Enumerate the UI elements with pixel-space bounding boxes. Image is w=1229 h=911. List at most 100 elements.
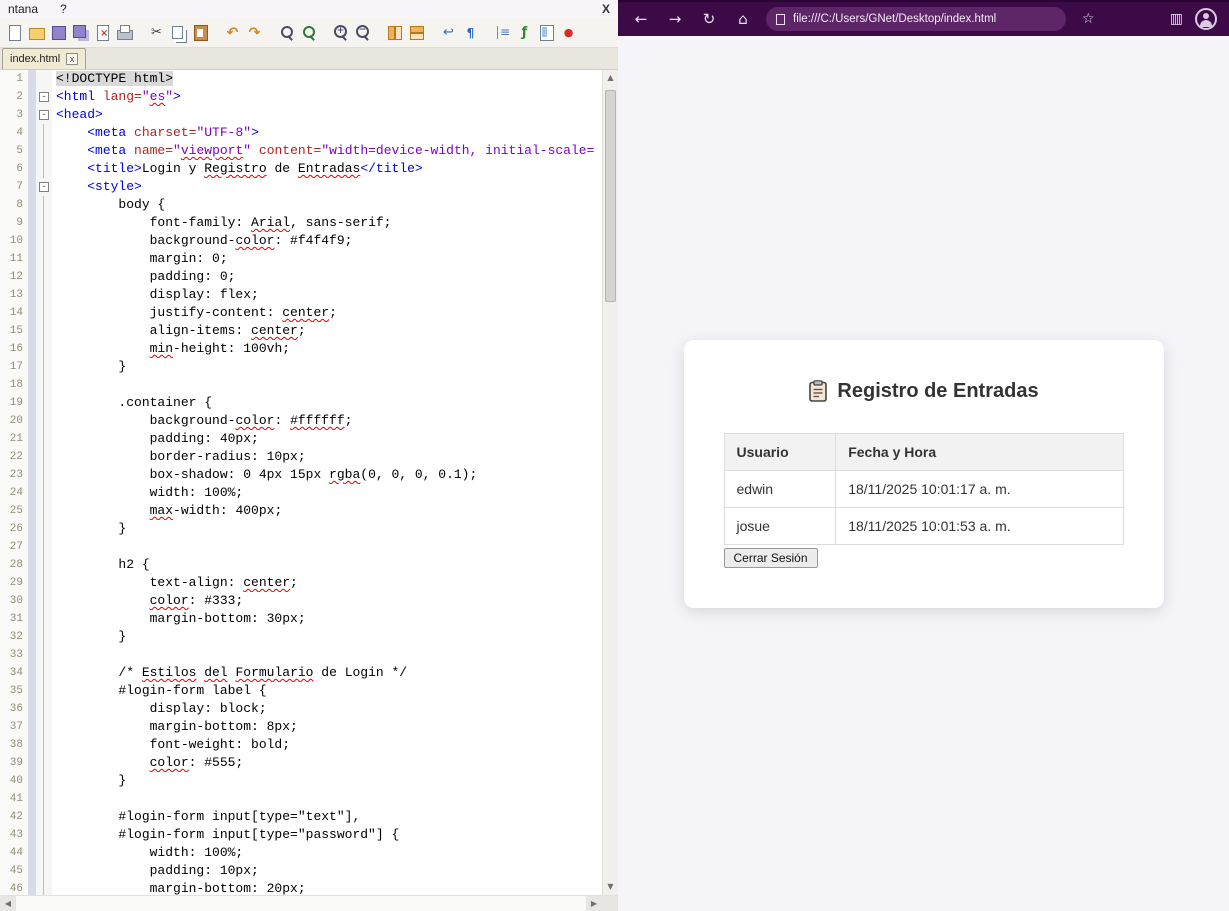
save-all-icon[interactable] [71, 23, 90, 42]
code-line[interactable]: 33 [0, 646, 602, 664]
scroll-right-arrow-icon[interactable]: ▶ [586, 896, 602, 911]
indent-guide-icon[interactable] [493, 23, 512, 42]
code-line[interactable]: 39 color: #555; [0, 754, 602, 772]
code-line[interactable]: 15 align-items: center; [0, 322, 602, 340]
home-icon[interactable]: ⌂ [732, 10, 754, 28]
code-line[interactable]: 5 <meta name="viewport" content="width=d… [0, 142, 602, 160]
fold-margin[interactable]: - [36, 106, 52, 124]
code-line[interactable]: 14 justify-content: center; [0, 304, 602, 322]
profile-avatar-icon[interactable] [1195, 8, 1217, 30]
code-line[interactable]: 6 <title>Login y Registro de Entradas</t… [0, 160, 602, 178]
code-line[interactable]: 38 font-weight: bold; [0, 736, 602, 754]
horizontal-scroll-track[interactable] [16, 896, 586, 911]
code-line[interactable]: 2 - <html lang="es"> [0, 88, 602, 106]
zoom-in-icon[interactable] [331, 23, 350, 42]
code-line[interactable]: 29 text-align: center; [0, 574, 602, 592]
code-line[interactable]: 37 margin-bottom: 8px; [0, 718, 602, 736]
code-line[interactable]: 10 background-color: #f4f4f9; [0, 232, 602, 250]
vertical-scroll-thumb[interactable] [605, 90, 616, 302]
copy-icon[interactable] [169, 23, 188, 42]
code-line[interactable]: 31 margin-bottom: 30px; [0, 610, 602, 628]
code-line[interactable]: 16 min-height: 100vh; [0, 340, 602, 358]
logout-button[interactable]: Cerrar Sesión [723, 547, 818, 568]
close-window-button[interactable]: X [602, 2, 610, 16]
code-line[interactable]: 32 } [0, 628, 602, 646]
favorites-star-icon[interactable]: ☆ [1082, 11, 1095, 27]
find-icon[interactable] [277, 23, 296, 42]
sync-horizontal-icon[interactable] [407, 23, 426, 42]
open-icon[interactable] [27, 23, 46, 42]
code-line[interactable]: 19 .container { [0, 394, 602, 412]
code-line[interactable]: 45 padding: 10px; [0, 862, 602, 880]
code-line[interactable]: 35 #login-form label { [0, 682, 602, 700]
code-line[interactable]: 18 [0, 376, 602, 394]
code-line[interactable]: 1 <!DOCTYPE html> [0, 70, 602, 88]
fold-margin[interactable]: - [36, 88, 52, 106]
code-line[interactable]: 40 } [0, 772, 602, 790]
document-map-icon[interactable] [537, 23, 556, 42]
code-line[interactable]: 8 body { [0, 196, 602, 214]
code-line[interactable]: 25 max-width: 400px; [0, 502, 602, 520]
code-line[interactable]: 30 color: #333; [0, 592, 602, 610]
function-list-icon[interactable] [515, 23, 534, 42]
tab-index-html[interactable]: index.html x [2, 48, 87, 69]
code-line[interactable]: 42 #login-form input[type="text"], [0, 808, 602, 826]
code-line[interactable]: 44 width: 100%; [0, 844, 602, 862]
cut-icon[interactable] [147, 23, 166, 42]
code-line[interactable]: 23 box-shadow: 0 4px 15px rgba(0, 0, 0, … [0, 466, 602, 484]
code-line[interactable]: 28 h2 { [0, 556, 602, 574]
code-line[interactable]: 43 #login-form input[type="password"] { [0, 826, 602, 844]
start-recording-icon[interactable] [559, 23, 578, 42]
fold-margin[interactable]: - [36, 178, 52, 196]
code-line[interactable]: 13 display: flex; [0, 286, 602, 304]
replace-icon[interactable] [299, 23, 318, 42]
code-line[interactable]: 41 [0, 790, 602, 808]
scroll-down-arrow-icon[interactable]: ▼ [603, 879, 618, 895]
code-line[interactable]: 46 margin-bottom: 20px; [0, 880, 602, 895]
horizontal-scrollbar[interactable]: ◀ ▶ [0, 895, 618, 911]
menu-item-ventana[interactable]: ntana [8, 2, 38, 16]
code-line[interactable]: 7 - <style> [0, 178, 602, 196]
code-area[interactable]: 1 <!DOCTYPE html> 2- <html lang="es"> 3- <hea… [0, 70, 602, 895]
refresh-icon[interactable]: ↻ [698, 10, 720, 28]
code-line[interactable]: 24 width: 100%; [0, 484, 602, 502]
scroll-up-arrow-icon[interactable]: ▲ [603, 70, 618, 86]
code-line[interactable]: 34 /* Estilos del Formulario de Login */ [0, 664, 602, 682]
back-icon[interactable]: ← [630, 10, 652, 28]
sync-vertical-icon[interactable] [385, 23, 404, 42]
vertical-scrollbar[interactable]: ▲ ▼ [602, 70, 618, 895]
code-line[interactable]: 11 margin: 0; [0, 250, 602, 268]
redo-icon[interactable] [245, 23, 264, 42]
code-line[interactable]: 17 } [0, 358, 602, 376]
code-line[interactable]: 20 background-color: #ffffff; [0, 412, 602, 430]
undo-icon[interactable] [223, 23, 242, 42]
code-line[interactable]: 27 [0, 538, 602, 556]
code-line[interactable]: 22 border-radius: 10px; [0, 448, 602, 466]
address-bar[interactable]: file:///C:/Users/GNet/Desktop/index.html [766, 7, 1066, 31]
address-url[interactable]: file:///C:/Users/GNet/Desktop/index.html [793, 13, 996, 25]
scroll-left-arrow-icon[interactable]: ◀ [0, 896, 16, 911]
print-icon[interactable] [115, 23, 134, 42]
fold-collapse-icon[interactable]: - [39, 182, 49, 192]
word-wrap-icon[interactable] [439, 23, 458, 42]
paste-icon[interactable] [191, 23, 210, 42]
fold-collapse-icon[interactable]: - [39, 92, 49, 102]
fold-collapse-icon[interactable]: - [39, 110, 49, 120]
code-line[interactable]: 4 <meta charset="UTF-8"> [0, 124, 602, 142]
code-line[interactable]: 21 padding: 40px; [0, 430, 602, 448]
forward-icon[interactable]: → [664, 10, 686, 28]
tab-close-icon[interactable]: x [66, 53, 79, 65]
new-file-icon[interactable] [5, 23, 24, 42]
save-icon[interactable] [49, 23, 68, 42]
side-panels-icon[interactable]: ▥ [1170, 11, 1183, 27]
close-icon[interactable] [93, 23, 112, 42]
zoom-out-icon[interactable] [353, 23, 372, 42]
code-line[interactable]: 26 } [0, 520, 602, 538]
code-line[interactable]: 36 display: block; [0, 700, 602, 718]
editor[interactable]: 1 <!DOCTYPE html> 2- <html lang="es"> 3- <hea… [0, 70, 618, 895]
code-line[interactable]: 3 - <head> [0, 106, 602, 124]
show-all-characters-icon[interactable] [461, 23, 480, 42]
menu-item-help[interactable]: ? [60, 2, 67, 16]
code-line[interactable]: 12 padding: 0; [0, 268, 602, 286]
code-line[interactable]: 9 font-family: Arial, sans-serif; [0, 214, 602, 232]
